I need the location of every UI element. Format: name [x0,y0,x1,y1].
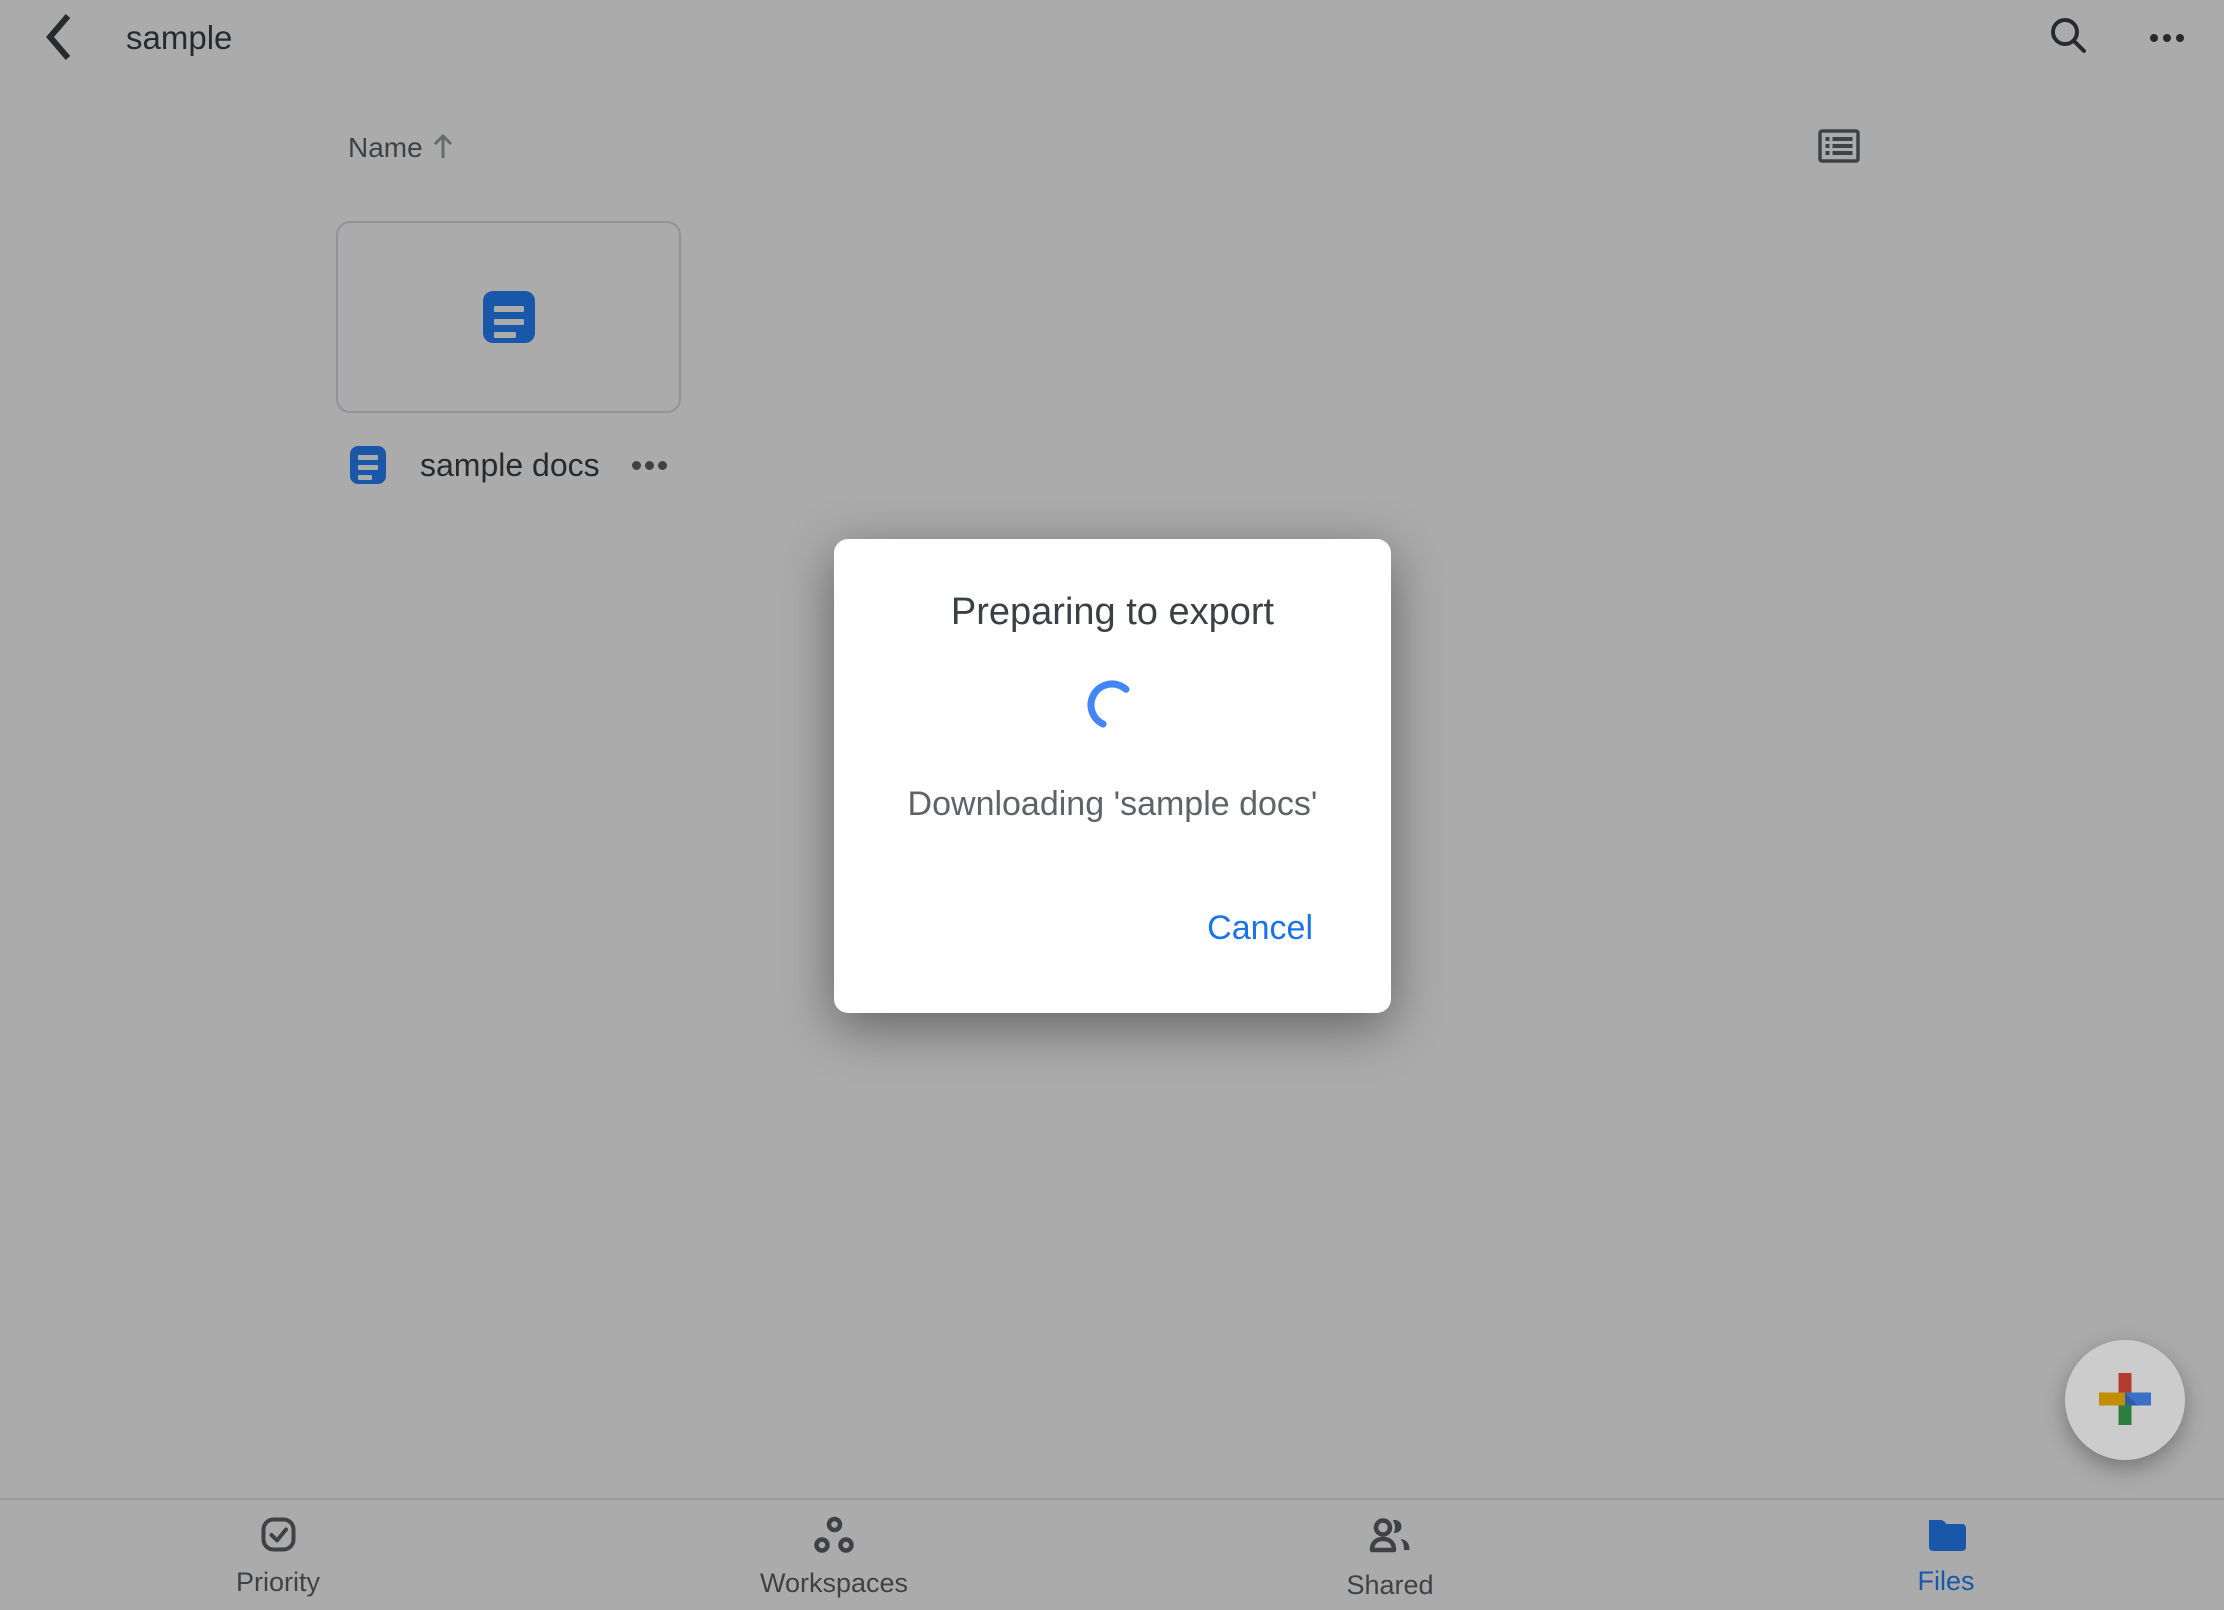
cancel-button[interactable]: Cancel [1195,901,1325,956]
dialog-title: Preparing to export [834,591,1391,634]
dialog-message: Downloading 'sample docs' [834,785,1391,824]
export-progress-dialog: Preparing to export Downloading 'sample … [834,539,1391,1013]
drive-app-screen: sample Name sa [0,0,2224,1610]
multicolor-plus-icon [2099,1373,2151,1428]
loading-spinner-icon [1084,677,1140,738]
create-fab-button[interactable] [2065,1340,2185,1460]
